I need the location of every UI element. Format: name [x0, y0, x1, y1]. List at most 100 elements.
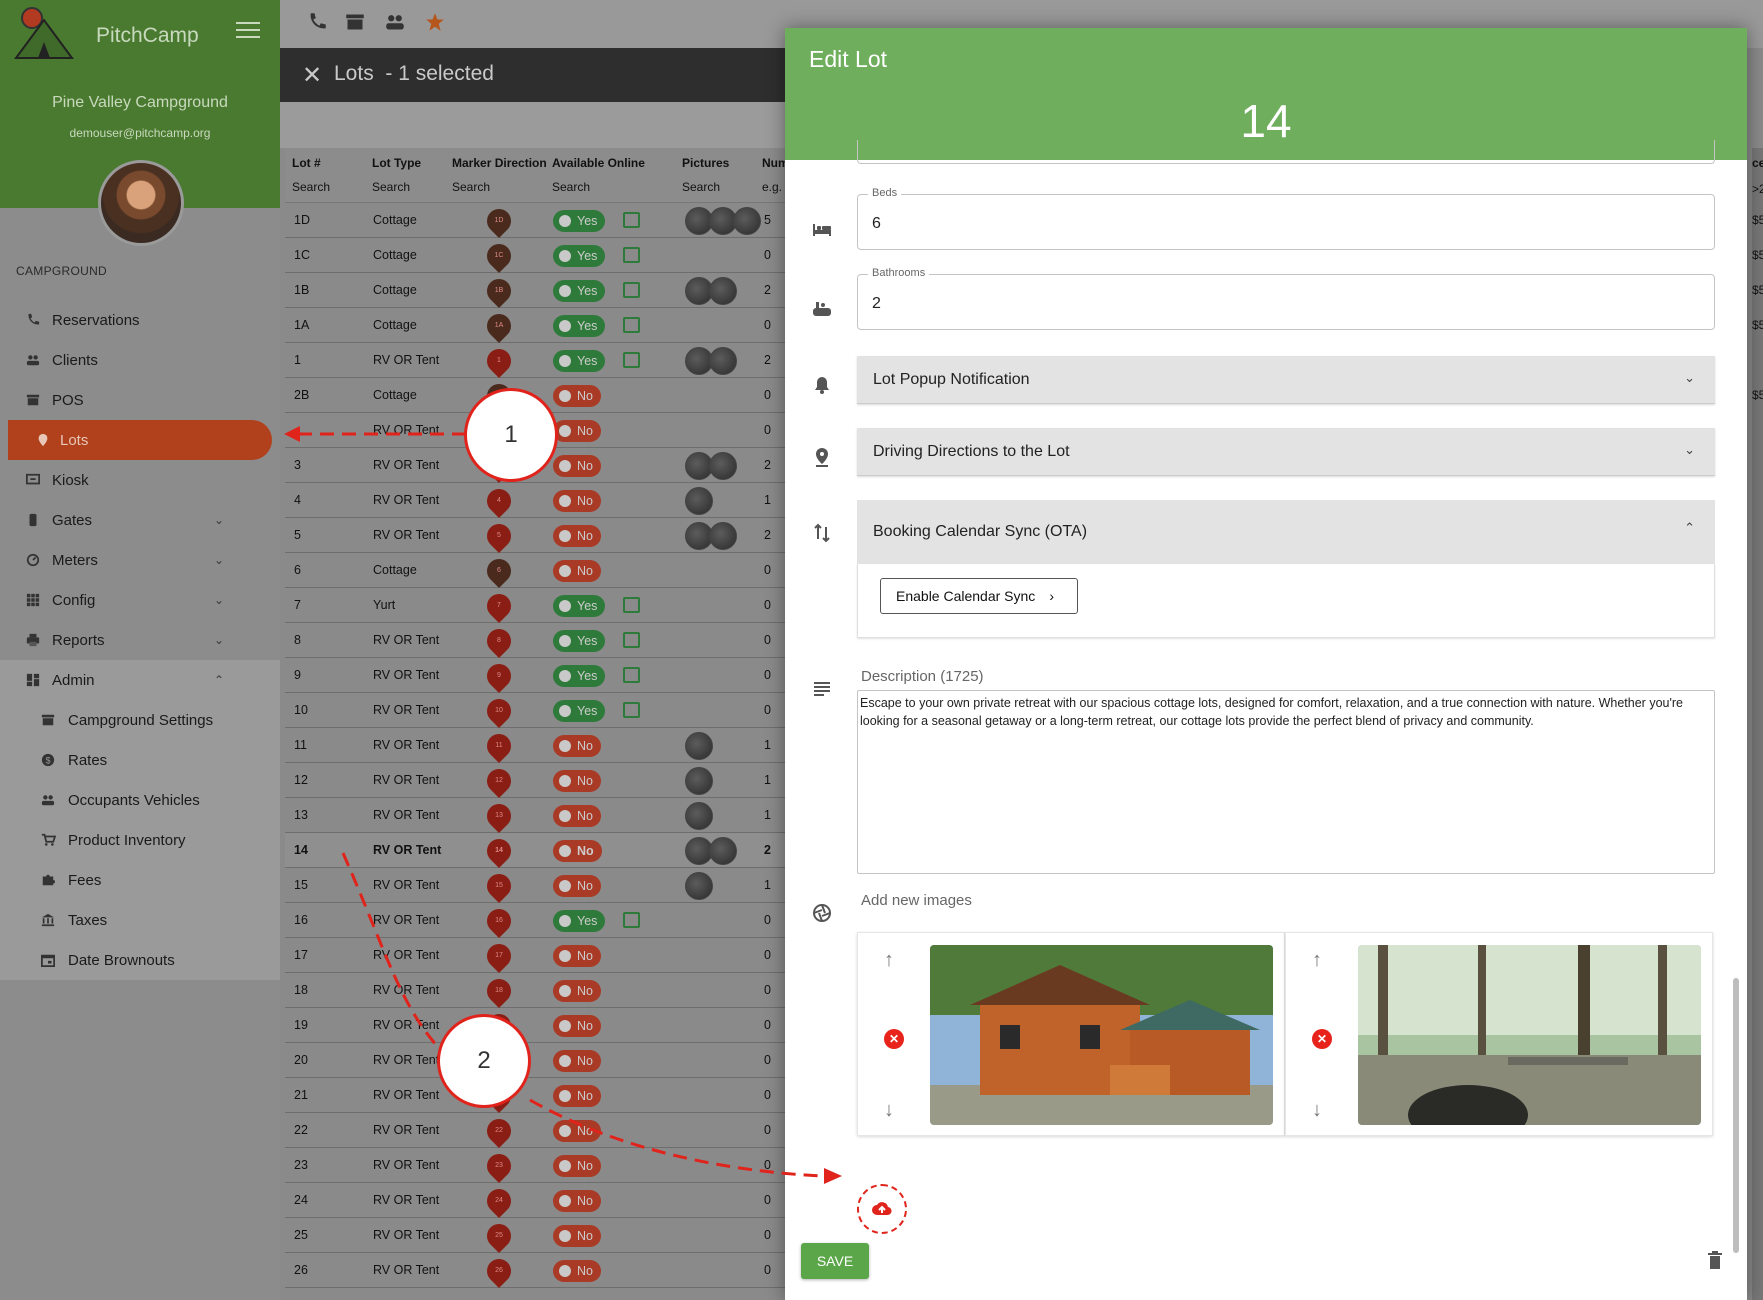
picture-thumbnail[interactable]	[685, 732, 713, 760]
available-online-toggle[interactable]: No	[553, 1085, 601, 1107]
description-textarea[interactable]: Escape to your own private retreat with …	[857, 690, 1715, 874]
column-available-online[interactable]: Available Online Search	[552, 156, 672, 194]
column-lot-type[interactable]: Lot Type Search	[372, 156, 442, 194]
sidebar-item-taxes[interactable]: Taxes	[0, 900, 280, 940]
publish-icon[interactable]	[623, 247, 640, 263]
column-filter[interactable]: Search	[372, 180, 442, 194]
publish-icon[interactable]	[623, 702, 640, 718]
table-row[interactable]: 5 RV OR Tent 5 No 2	[285, 518, 805, 553]
available-online-toggle[interactable]: Yes	[553, 350, 606, 372]
column-filter[interactable]: Search	[682, 180, 752, 194]
column-filter[interactable]: Search	[452, 180, 548, 194]
table-row[interactable]: 7 Yurt 7 Yes 0	[285, 588, 805, 623]
marker-pin-icon[interactable]: 10	[482, 694, 516, 728]
table-row[interactable]: 1B Cottage 1B Yes 2	[285, 273, 805, 308]
publish-icon[interactable]	[623, 352, 640, 368]
available-online-toggle[interactable]: Yes	[553, 210, 606, 232]
marker-pin-icon[interactable]: 7	[482, 589, 516, 623]
previous-field[interactable]	[857, 140, 1715, 164]
panel-scrollbar[interactable]	[1733, 978, 1739, 1253]
available-online-toggle[interactable]: Yes	[553, 315, 606, 337]
marker-pin-icon[interactable]: 23	[482, 1149, 516, 1183]
marker-pin-icon[interactable]: 4	[482, 484, 516, 518]
table-row[interactable]: 6 Cottage 6 No 0	[285, 553, 805, 588]
picture-thumbnail[interactable]	[685, 487, 713, 515]
marker-pin-icon[interactable]: 1	[482, 344, 516, 378]
table-row[interactable]: 17 RV OR Tent 17 No 0	[285, 938, 805, 973]
available-online-toggle[interactable]: Yes	[553, 245, 606, 267]
table-row[interactable]: 1C Cottage 1C Yes 0	[285, 238, 805, 273]
publish-icon[interactable]	[623, 667, 640, 683]
sidebar-item-fees[interactable]: Fees	[0, 860, 280, 900]
available-online-toggle[interactable]: No	[553, 875, 601, 897]
picture-thumbnail[interactable]	[685, 802, 713, 830]
table-row[interactable]: 10 RV OR Tent 10 Yes 0	[285, 693, 805, 728]
marker-pin-icon[interactable]: 22	[482, 1114, 516, 1148]
delete-image-icon[interactable]: ✕	[1312, 1029, 1332, 1049]
sidebar-item-admin[interactable]: Admin ⌃	[0, 660, 280, 700]
column-filter[interactable]: Search	[552, 180, 672, 194]
marker-pin-icon[interactable]: 6	[482, 554, 516, 588]
marker-pin-icon[interactable]: 16	[482, 904, 516, 938]
table-row[interactable]: 8 RV OR Tent 8 Yes 0	[285, 623, 805, 658]
table-row[interactable]: 26 RV OR Tent 26 No 0	[285, 1253, 805, 1288]
column-lot-number[interactable]: Lot # Search	[292, 156, 362, 194]
sidebar-item-pos[interactable]: POS	[0, 380, 280, 420]
bathrooms-value[interactable]: 2	[872, 295, 881, 313]
sidebar-item-campground-settings[interactable]: Campground Settings	[0, 700, 280, 740]
publish-icon[interactable]	[623, 912, 640, 928]
table-row[interactable]: 15 RV OR Tent 15 No 1	[285, 868, 805, 903]
available-online-toggle[interactable]: No	[553, 735, 601, 757]
store-icon[interactable]	[344, 12, 366, 32]
sidebar-item-kiosk[interactable]: Kiosk	[0, 460, 280, 500]
table-row[interactable]: 16 RV OR Tent 16 Yes 0	[285, 903, 805, 938]
picture-thumbnail[interactable]	[733, 207, 761, 235]
available-online-toggle[interactable]: No	[553, 490, 601, 512]
picture-thumbnail[interactable]	[685, 767, 713, 795]
trash-icon[interactable]	[1707, 1250, 1723, 1270]
available-online-toggle[interactable]: No	[553, 1260, 601, 1282]
table-row[interactable]: 24 RV OR Tent 24 No 0	[285, 1183, 805, 1218]
available-online-toggle[interactable]: No	[553, 840, 602, 862]
beds-field[interactable]: Beds 6	[857, 187, 1715, 250]
available-online-toggle[interactable]: No	[553, 420, 601, 442]
available-online-toggle[interactable]: No	[553, 525, 601, 547]
column-marker-direction[interactable]: Marker Direction Search	[452, 156, 548, 194]
booking-calendar-sync-accordion[interactable]: Booking Calendar Sync (OTA) ⌃	[857, 500, 1715, 564]
picture-thumbnail[interactable]	[709, 837, 737, 865]
table-row[interactable]: 19RV OR Tent19No0	[285, 1008, 805, 1043]
picture-thumbnail[interactable]	[709, 347, 737, 375]
sidebar-item-config[interactable]: Config ⌄	[0, 580, 280, 620]
marker-pin-icon[interactable]: 25	[482, 1219, 516, 1253]
column-num[interactable]: Num e.g.	[762, 156, 786, 194]
table-row[interactable]: 20RV OR Tent20No0	[285, 1043, 805, 1078]
table-row[interactable]: 18 RV OR Tent 18 No 0	[285, 973, 805, 1008]
marker-pin-icon[interactable]: 26	[482, 1254, 516, 1288]
available-online-toggle[interactable]: No	[553, 1050, 601, 1072]
marker-pin-icon[interactable]: 11	[482, 729, 516, 763]
upload-image-button[interactable]	[857, 1184, 907, 1234]
available-online-toggle[interactable]: Yes	[553, 630, 606, 652]
picture-thumbnail[interactable]	[709, 277, 737, 305]
table-row[interactable]: 13 RV OR Tent 13 No 1	[285, 798, 805, 833]
column-filter[interactable]: e.g.	[762, 180, 786, 194]
marker-pin-icon[interactable]: 1C	[482, 239, 516, 273]
available-online-toggle[interactable]: No	[553, 945, 601, 967]
sidebar-item-reports[interactable]: Reports ⌄	[0, 620, 280, 660]
beds-value[interactable]: 6	[872, 215, 881, 233]
arrow-up-icon[interactable]: ↑	[1312, 949, 1322, 972]
marker-pin-icon[interactable]: 18	[482, 974, 516, 1008]
chevron-down-icon[interactable]: ⌄	[214, 513, 224, 527]
available-online-toggle[interactable]: No	[553, 1120, 601, 1142]
marker-pin-icon[interactable]: 5	[482, 519, 516, 553]
sidebar-item-date-brownouts[interactable]: Date Brownouts	[0, 940, 280, 980]
star-icon[interactable]	[424, 12, 446, 32]
publish-icon[interactable]	[623, 212, 640, 228]
table-row[interactable]: 22 RV OR Tent 22 No 0	[285, 1113, 805, 1148]
table-row[interactable]: 12 RV OR Tent 12 No 1	[285, 763, 805, 798]
picture-thumbnail[interactable]	[709, 522, 737, 550]
driving-directions-accordion[interactable]: Driving Directions to the Lot ⌄	[857, 428, 1715, 476]
sidebar-item-meters[interactable]: Meters ⌄	[0, 540, 280, 580]
available-online-toggle[interactable]: Yes	[553, 595, 606, 617]
publish-icon[interactable]	[623, 282, 640, 298]
